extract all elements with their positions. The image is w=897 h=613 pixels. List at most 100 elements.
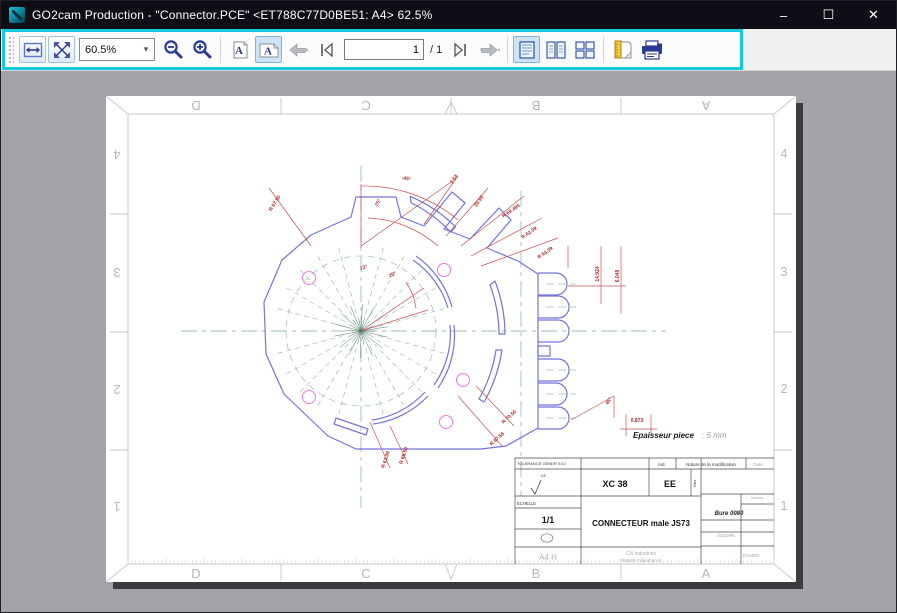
next-view-button[interactable] — [475, 36, 502, 63]
two-page-layout-button[interactable] — [542, 36, 569, 63]
zoom-level-combobox[interactable]: 60.5% ▾ — [79, 38, 155, 61]
landscape-view-button[interactable]: A — [255, 36, 282, 63]
dimension-label: R 63.09 — [380, 450, 391, 469]
dimension-label: R 70.50 — [501, 409, 518, 425]
previous-view-arrow-icon — [287, 41, 309, 59]
title-block-text: Obs. — [692, 479, 697, 487]
title-block-text: ECHELLE — [517, 501, 536, 506]
single-page-layout-button[interactable] — [513, 36, 540, 63]
part-outline — [264, 192, 569, 449]
title-block-text: XC 38 — [602, 479, 627, 489]
zone-number-left: 1 — [113, 499, 120, 514]
fit-page-button[interactable] — [48, 36, 75, 63]
title-block-text: F69626 Villeurbanne — [620, 558, 662, 563]
portrait-page-icon: A — [230, 40, 250, 60]
zone-letter-top: A — [701, 98, 710, 113]
zone-number-left: 2 — [113, 382, 120, 397]
landscape-page-icon: A — [258, 40, 280, 60]
fit-width-icon — [23, 40, 43, 60]
title-block-text: Indices — [751, 495, 764, 500]
title-block-text: Bure 0080 — [715, 511, 744, 517]
chevron-down-icon[interactable]: ▾ — [138, 44, 154, 55]
dimension-label: 9.64 — [449, 174, 460, 186]
fit-width-button[interactable] — [19, 36, 46, 63]
zone-letter-bottom: D — [191, 566, 200, 581]
zone-number-right: 3 — [780, 264, 787, 279]
page-total-label: / 1 — [430, 44, 442, 56]
sheet-frame — [106, 96, 796, 582]
first-page-button[interactable] — [313, 36, 340, 63]
zone-letter-bottom: A — [702, 566, 711, 581]
zone-letter-top: C — [361, 98, 370, 113]
centerlines — [181, 166, 666, 508]
svg-text:A: A — [235, 45, 243, 57]
last-page-icon — [451, 41, 469, 59]
zone-number-left: 3 — [113, 265, 120, 280]
title-block-texts: Ind.Nature de la modificationDateTOLERAN… — [517, 461, 763, 563]
preview-canvas[interactable]: D C B A D C B A 4 3 2 1 4 3 2 1 — [1, 71, 897, 612]
zone-letter-bottom: B — [532, 566, 541, 581]
page-setup-button[interactable] — [609, 36, 636, 63]
title-block-text: 03/10/96 — [717, 533, 735, 538]
toolbar-drag-grip[interactable] — [7, 35, 14, 65]
title-block-text: EE — [664, 479, 676, 489]
thickness-note: Epaisseur piece : 5 mm — [633, 431, 727, 440]
svg-text:Epaisseur piece: Epaisseur piece — [633, 431, 694, 440]
drawing-sheet[interactable]: D C B A D C B A 4 3 2 1 4 3 2 1 — [106, 96, 796, 582]
dimension-label: 6.048 — [615, 270, 621, 283]
toolbar-highlight-box: 60.5% ▾ — [2, 29, 743, 70]
drawing-svg: D C B A D C B A 4 3 2 1 4 3 2 1 — [106, 96, 796, 582]
zoom-level-value: 60.5% — [80, 44, 138, 56]
single-page-layout-icon — [517, 40, 537, 60]
fit-page-icon — [52, 40, 72, 60]
page-number-input[interactable] — [344, 39, 424, 60]
dimension-label: 20.90 — [473, 194, 485, 208]
dimension-label: 0.873 — [631, 418, 644, 424]
dimension-label: -75° — [373, 198, 383, 209]
title-block-text: Nature de la modification — [686, 462, 736, 467]
page-setup-ruler-icon — [612, 39, 634, 61]
toolbar-separator — [220, 37, 221, 63]
zone-number-left: 4 — [113, 147, 120, 162]
zoom-in-button[interactable] — [188, 36, 215, 63]
app-window: GO2cam Production - "Connector.PCE" <ET7… — [0, 0, 897, 613]
zone-number-right: 2 — [780, 381, 787, 396]
title-block-text: TOLERANCE GENER 0.02 — [517, 461, 566, 466]
svg-text:: 5 mm: : 5 mm — [702, 431, 727, 440]
four-page-layout-button[interactable] — [571, 36, 598, 63]
minimize-button[interactable]: – — [761, 1, 806, 29]
maximize-button[interactable]: ☐ — [806, 1, 851, 29]
window-title: GO2cam Production - "Connector.PCE" <ET7… — [32, 8, 432, 22]
first-page-icon — [318, 41, 336, 59]
title-bar: GO2cam Production - "Connector.PCE" <ET7… — [1, 1, 896, 29]
toolbar-separator — [507, 37, 508, 63]
four-page-layout-icon — [574, 40, 596, 60]
dimension-label: 25° — [388, 271, 397, 280]
app-icon — [9, 7, 25, 23]
zoom-out-button[interactable] — [159, 36, 186, 63]
zone-number-right: 4 — [780, 146, 787, 161]
close-button[interactable]: ✕ — [851, 1, 896, 29]
dimension-lines — [269, 176, 657, 468]
print-button[interactable] — [638, 36, 665, 63]
dimension-label: -45° — [401, 175, 411, 182]
dimension-label: 45° — [605, 397, 614, 407]
dimension-label: 13° — [359, 264, 368, 272]
title-block-text: CONNECTEUR male JS73 — [592, 519, 690, 528]
two-page-layout-icon — [545, 40, 567, 60]
zone-number-right: 1 — [780, 498, 787, 513]
zone-letter-top: B — [532, 98, 541, 113]
zone-letter-bottom: C — [361, 566, 370, 581]
last-page-button[interactable] — [446, 36, 473, 63]
toolbar-separator — [603, 37, 604, 63]
previous-view-button[interactable] — [284, 36, 311, 63]
svg-text:A: A — [264, 45, 272, 57]
toolbar-strip: 60.5% ▾ — [1, 29, 896, 71]
sheet-ruler-ticks — [128, 558, 774, 564]
zone-letter-top: D — [191, 98, 200, 113]
zoom-out-icon — [162, 39, 184, 61]
title-block-text: Date — [753, 462, 763, 467]
portrait-view-button[interactable]: A — [226, 36, 253, 63]
dimension-label: 14.924 — [595, 266, 601, 282]
next-view-arrow-icon — [478, 41, 500, 59]
